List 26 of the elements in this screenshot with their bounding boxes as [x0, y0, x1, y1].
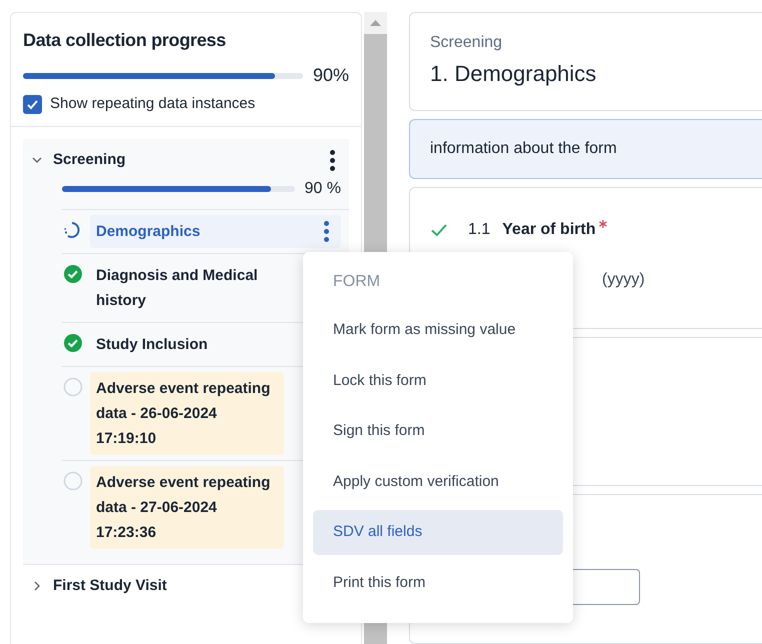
form-item[interactable]: Study Inclusion — [90, 328, 280, 360]
checkbox[interactable] — [23, 94, 42, 114]
checkmark-icon — [26, 98, 39, 111]
menu-item[interactable]: Apply custom verification — [313, 460, 563, 504]
progress-percent: 90% — [312, 64, 349, 87]
panel-title: Data collection progress — [23, 29, 227, 52]
selected-form-item[interactable]: Demographics — [90, 214, 341, 248]
menu-item[interactable]: Mark form as missing value — [313, 308, 563, 352]
form-title: 1. Demographics — [430, 60, 598, 88]
form-item[interactable]: Adverse event repeating data - 27-06-2024 17:23:36 — [90, 466, 284, 548]
question-label: Year of birth — [502, 220, 596, 240]
form-name: Demographics — [96, 222, 200, 242]
form-item[interactable]: Diagnosis and Medical history — [90, 258, 280, 316]
menu-item[interactable]: Print this form — [313, 560, 563, 605]
menu-item[interactable]: Sign this form — [313, 409, 563, 454]
form-item[interactable]: Adverse event repeating data - 26-06-2024 17:19:10 — [90, 372, 284, 454]
question-number: 1.1 — [468, 220, 490, 240]
menu-item[interactable]: Lock this form — [313, 358, 563, 403]
event-name: Screening — [430, 33, 504, 53]
format-hint: (yyyy) — [602, 270, 645, 290]
progress-percent: 90 % — [304, 178, 341, 198]
event-name[interactable]: Screening — [53, 149, 324, 172]
menu-item[interactable]: SDV all fields — [313, 510, 563, 554]
menu-heading: FORM — [332, 272, 382, 292]
form-info: information about the form — [409, 119, 762, 179]
checkbox-label: Show repeating data instances — [50, 94, 256, 114]
